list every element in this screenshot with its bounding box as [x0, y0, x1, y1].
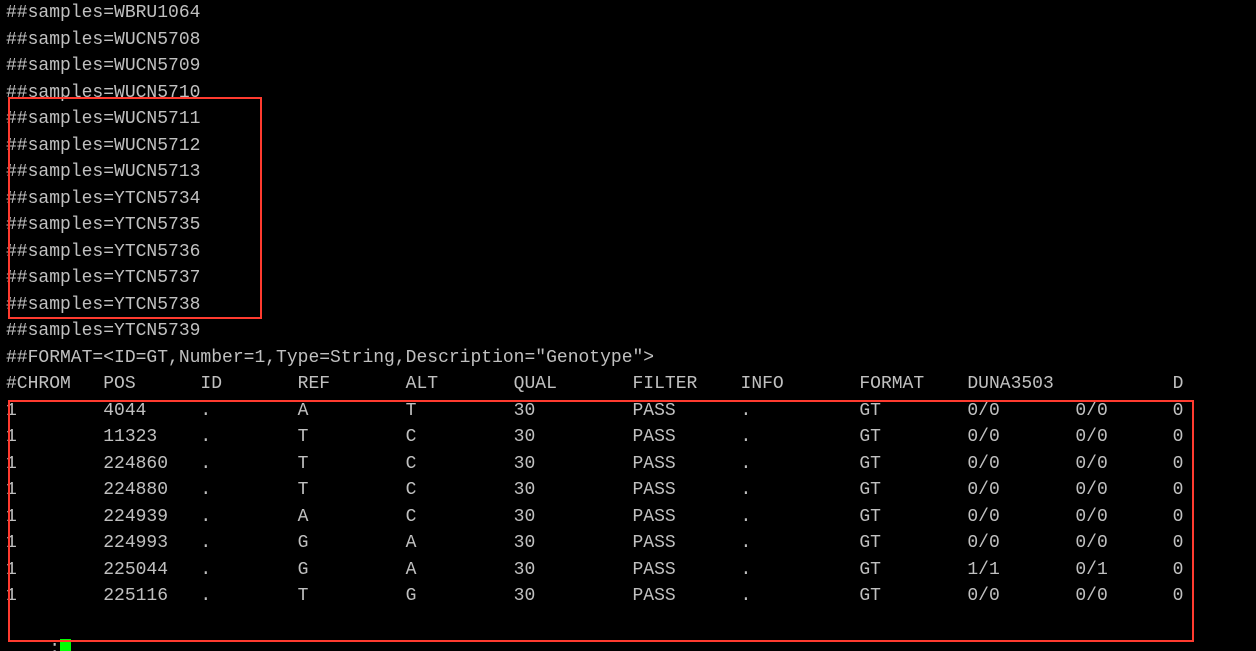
vcf-header-line: ##FORMAT=<ID=GT,Number=1,Type=String,Des… — [6, 345, 654, 372]
vcf-data-row: 1 224880 . T C 30 PASS . GT 0/0 0/0 0 — [6, 477, 1183, 504]
vcf-data-row: 1 224993 . G A 30 PASS . GT 0/0 0/0 0 — [6, 530, 1183, 557]
vcf-header-line: ##samples=WUCN5710 — [6, 80, 200, 107]
vcf-data-row: 1 4044 . A T 30 PASS . GT 0/0 0/0 0 — [6, 398, 1183, 425]
vcf-data-row: 1 224939 . A C 30 PASS . GT 0/0 0/0 0 — [6, 504, 1183, 531]
vcf-header-line: ##samples=YTCN5738 — [6, 292, 200, 319]
vcf-header-line: ##samples=WUCN5712 — [6, 133, 200, 160]
vcf-header-line: ##samples=YTCN5739 — [6, 318, 200, 345]
prompt-colon: : — [49, 639, 60, 651]
vcf-data-row: 1 225116 . T G 30 PASS . GT 0/0 0/0 0 — [6, 583, 1183, 610]
vcf-header-line: ##samples=YTCN5737 — [6, 265, 200, 292]
vcf-header-line: ##samples=YTCN5735 — [6, 212, 200, 239]
vcf-header-line: ##samples=YTCN5736 — [6, 239, 200, 266]
pager-prompt[interactable]: : — [6, 610, 71, 651]
cursor-icon — [60, 639, 71, 651]
vcf-data-row: 1 11323 . T C 30 PASS . GT 0/0 0/0 0 — [6, 424, 1183, 451]
vcf-header-line: ##samples=WUCN5708 — [6, 27, 200, 54]
terminal-viewport[interactable]: ##samples=WBRU1064 ##samples=WUCN5708 ##… — [0, 0, 1256, 651]
vcf-header-line: ##samples=WBRU1064 — [6, 0, 200, 27]
vcf-header-line: ##samples=YTCN5734 — [6, 186, 200, 213]
vcf-data-row: 1 224860 . T C 30 PASS . GT 0/0 0/0 0 — [6, 451, 1183, 478]
vcf-data-row: 1 225044 . G A 30 PASS . GT 1/1 0/1 0 — [6, 557, 1183, 584]
vcf-column-header: #CHROM POS ID REF ALT QUAL FILTER INFO F… — [6, 371, 1183, 398]
vcf-header-line: ##samples=WUCN5711 — [6, 106, 200, 133]
vcf-header-line: ##samples=WUCN5713 — [6, 159, 200, 186]
vcf-header-line: ##samples=WUCN5709 — [6, 53, 200, 80]
